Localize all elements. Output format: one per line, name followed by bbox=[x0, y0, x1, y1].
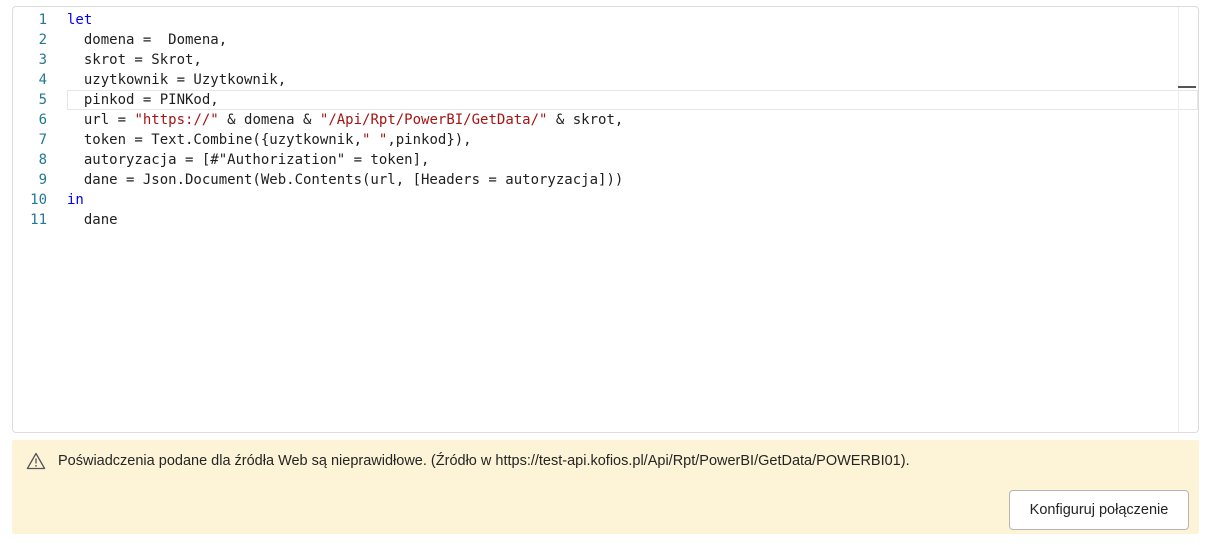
line-text: in bbox=[67, 190, 84, 210]
code-line[interactable]: 6 url = "https://" & domena & "/Api/Rpt/… bbox=[13, 110, 1198, 130]
line-number: 3 bbox=[38, 52, 47, 68]
line-number: 1 bbox=[38, 12, 47, 28]
code-line[interactable]: 9 dane = Json.Document(Web.Contents(url,… bbox=[13, 170, 1198, 190]
error-banner: Poświadczenia podane dla źródła Web są n… bbox=[12, 440, 1199, 534]
code-token: ,pinkod}), bbox=[387, 132, 472, 148]
line-text: pinkod = PINKod, bbox=[67, 90, 219, 110]
code-line[interactable]: 4 uzytkownik = Uzytkownik, bbox=[13, 70, 1198, 90]
code-token: skrot = Skrot, bbox=[67, 52, 202, 68]
code-token: token = Text.Combine({uzytkownik, bbox=[67, 132, 363, 148]
code-token: dane bbox=[67, 212, 118, 228]
line-text: uzytkownik = Uzytkownik, bbox=[67, 70, 286, 90]
code-token: autoryzacja = [#"Authorization" = token]… bbox=[67, 152, 430, 168]
code-token: & domena & bbox=[218, 112, 320, 128]
line-text: url = "https://" & domena & "/Api/Rpt/Po… bbox=[67, 110, 623, 130]
line-number: 9 bbox=[38, 172, 47, 188]
keyword-token: let bbox=[67, 12, 93, 28]
code-token: dane = Json.Document(Web.Contents(url, [… bbox=[67, 172, 624, 188]
string-token: "/Api/Rpt/PowerBI/GetData/" bbox=[319, 112, 548, 128]
line-number: 2 bbox=[38, 32, 47, 48]
code-token: domena = Domena, bbox=[67, 32, 228, 48]
warning-icon bbox=[26, 452, 46, 470]
line-text: let bbox=[67, 10, 92, 30]
code-editor[interactable]: 1 let 2 domena = Domena, 3 skrot = Skrot, 4 … bbox=[12, 6, 1199, 433]
code-token: uzytkownik = Uzytkownik, bbox=[67, 72, 287, 88]
scrollbar-cursor-marker bbox=[1178, 86, 1196, 88]
configure-connection-button[interactable]: Konfiguruj połączenie bbox=[1009, 490, 1189, 530]
code-token: & skrot, bbox=[547, 112, 624, 128]
line-text: autoryzacja = [#"Authorization" = token]… bbox=[67, 150, 430, 170]
line-text: skrot = Skrot, bbox=[67, 50, 202, 70]
line-number: 10 bbox=[30, 192, 47, 208]
error-message: Poświadczenia podane dla źródła Web są n… bbox=[58, 453, 910, 469]
line-text: dane bbox=[67, 210, 118, 230]
editor-scrollbar[interactable] bbox=[1178, 7, 1198, 432]
line-number: 4 bbox=[38, 72, 47, 88]
code-lines[interactable]: 1 let 2 domena = Domena, 3 skrot = Skrot, 4 … bbox=[13, 10, 1198, 230]
line-text: dane = Json.Document(Web.Contents(url, [… bbox=[67, 170, 623, 190]
code-line[interactable]: 11 dane bbox=[13, 210, 1198, 230]
string-token: " " bbox=[362, 132, 388, 148]
line-text: token = Text.Combine({uzytkownik," ",pin… bbox=[67, 130, 472, 150]
code-token: url = bbox=[67, 112, 135, 128]
line-number: 7 bbox=[38, 132, 47, 148]
line-number: 8 bbox=[38, 152, 47, 168]
keyword-token: in bbox=[67, 192, 84, 208]
code-line[interactable]: 3 skrot = Skrot, bbox=[13, 50, 1198, 70]
line-number: 6 bbox=[38, 112, 47, 128]
code-line[interactable]: 10 in bbox=[13, 190, 1198, 210]
string-token: "https://" bbox=[134, 112, 219, 128]
code-line[interactable]: 8 autoryzacja = [#"Authorization" = toke… bbox=[13, 150, 1198, 170]
code-line[interactable]: 2 domena = Domena, bbox=[13, 30, 1198, 50]
code-line[interactable]: 7 token = Text.Combine({uzytkownik," ",p… bbox=[13, 130, 1198, 150]
code-line[interactable]: 5 pinkod = PINKod, bbox=[39, 90, 1198, 110]
line-text: domena = Domena, bbox=[67, 30, 227, 50]
code-line[interactable]: 1 let bbox=[13, 10, 1198, 30]
line-number: 5 bbox=[38, 92, 47, 108]
line-number: 11 bbox=[30, 212, 47, 228]
code-token: pinkod = PINKod, bbox=[67, 92, 219, 108]
